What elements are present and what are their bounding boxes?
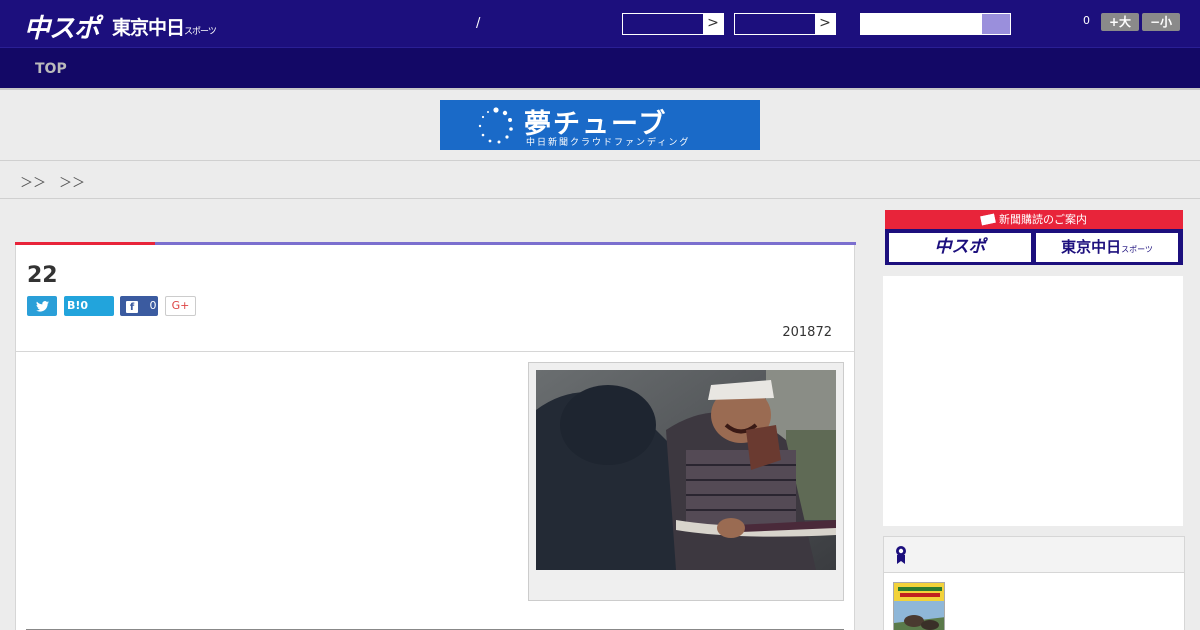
ranking-thumbnail[interactable] [893,582,945,630]
medal-icon [896,546,906,564]
facebook-share-count: 0 [149,299,157,312]
ranking-box [883,536,1185,630]
tokyo-subscribe-label: 東京中日 [1061,238,1122,256]
twitter-share-button[interactable] [27,296,57,316]
header-separator: / [476,16,481,31]
search-input[interactable] [860,13,1011,35]
ranking-header [884,537,1184,573]
article-date: 201872 [782,325,832,340]
chevron-right-icon: > [815,14,835,34]
article-card: 22 B!0 f 0 G+ 201872 [15,242,856,630]
nav-item-top[interactable]: TOP [35,61,67,77]
divider [16,351,854,352]
top-header: 中スポ 東京中日スポーツ / > > 0 +大 −小 [0,0,1200,48]
tokyo-logo-suffix: スポーツ [184,27,217,37]
sidebar-ad-slot[interactable] [883,276,1183,526]
yume-tube-banner[interactable]: 夢チューブ 中日新聞クラウドファンディング [440,100,760,150]
tokyo-chunichi-subscribe-button[interactable]: 東京中日スポーツ [1036,233,1178,262]
subscription-heading: 新聞購読のご案内 [885,210,1183,229]
article-photo-frame [528,362,844,601]
google-plus-share-button[interactable]: G+ [165,296,196,316]
main-nav: TOP [0,48,1200,90]
font-size-count: 0 [1083,14,1090,27]
font-bigger-button[interactable]: +大 [1101,13,1139,31]
facebook-icon: f [126,301,138,313]
chuspo-subscribe-button[interactable]: 中スポ [889,233,1031,262]
chuspo-logo[interactable]: 中スポ [24,8,100,45]
subscription-heading-text: 新聞購読のご案内 [999,213,1087,226]
search-button[interactable] [982,14,1010,34]
samurai-battle-photo [536,370,836,570]
select-dropdown-2[interactable]: > [734,13,836,35]
twitter-icon [35,301,49,312]
article-headline: 22 [27,263,58,288]
facebook-share-button[interactable]: f 0 [120,296,158,316]
article-photo[interactable] [536,370,836,570]
font-smaller-button[interactable]: −小 [1142,13,1180,31]
chevron-right-icon: > [703,14,723,34]
banner-subtitle: 中日新聞クラウドファンディング [526,138,691,148]
dot-circle-icon [478,107,513,144]
tokyo-chunichi-logo[interactable]: 東京中日スポーツ [112,13,217,40]
hatena-bookmark-button[interactable]: B!0 [64,296,114,316]
tokyo-logo-text: 東京中日 [112,17,185,39]
select-dropdown-1[interactable]: > [622,13,724,35]
subscription-box: 新聞購読のご案内 中スポ 東京中日スポーツ [885,210,1183,265]
accent-stripe-blue [155,242,856,245]
breadcrumb[interactable]: ＞＞ ＞＞ [20,172,85,191]
tokyo-subscribe-suffix: スポーツ [1121,245,1153,254]
divider [0,198,1200,199]
ranking-thumbnail-image [894,583,944,630]
accent-stripe-red [15,242,155,245]
divider [0,160,1200,161]
newspaper-icon [980,213,996,226]
